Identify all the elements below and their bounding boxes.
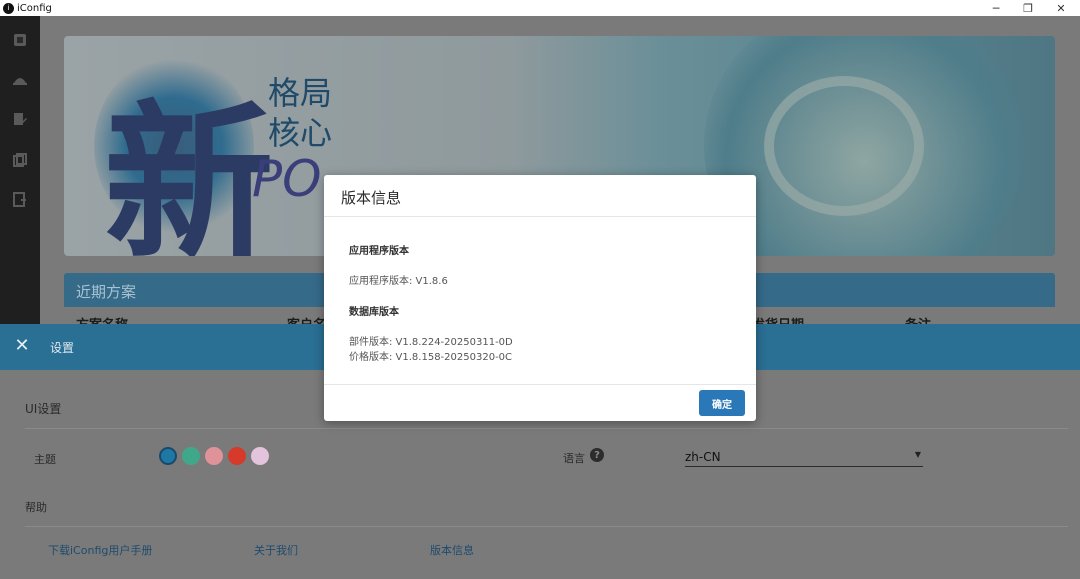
theme-swatch-lilac[interactable]	[251, 447, 269, 465]
language-label: 语言	[563, 452, 585, 465]
app-version-heading: 应用程序版本	[349, 246, 409, 257]
export-icon[interactable]	[10, 190, 30, 210]
help-icon[interactable]: ?	[590, 448, 604, 462]
close-window-button[interactable]: ✕	[1046, 0, 1076, 16]
ui-settings-heading: UI设置	[25, 402, 62, 416]
theme-swatch-pink[interactable]	[205, 447, 223, 465]
banner-logo-text: PO	[252, 150, 322, 208]
column-ship-date: 发货日期	[752, 314, 804, 324]
column-notes: 备注	[905, 314, 931, 324]
hat-icon[interactable]	[10, 70, 30, 90]
copy-icon[interactable]	[10, 150, 30, 170]
download-manual-link[interactable]: 下载iConfig用户手册	[48, 542, 152, 558]
app-title: iConfig	[17, 2, 52, 14]
column-customer: 客户名	[287, 314, 326, 324]
about-us-link[interactable]: 关于我们	[254, 542, 298, 558]
column-plan-name: 方案名称	[76, 314, 128, 324]
sidebar	[0, 16, 40, 324]
part-version-text: 部件版本: V1.8.224-20250311-0D	[349, 337, 513, 348]
divider	[324, 384, 756, 385]
language-select[interactable]: zh-CN ▼	[685, 450, 923, 467]
price-version-text: 价格版本: V1.8.158-20250320-0C	[349, 352, 513, 363]
close-settings-icon[interactable]: ✕	[12, 335, 32, 356]
chevron-down-icon: ▼	[914, 450, 921, 459]
recent-plans-title: 近期方案	[76, 283, 137, 301]
minimize-button[interactable]: ─	[981, 0, 1011, 16]
title-bar: i iConfig	[0, 0, 1080, 16]
theme-swatch-green[interactable]	[182, 447, 200, 465]
help-heading: 帮助	[25, 501, 47, 514]
banner-line-2: 核心	[268, 114, 333, 152]
settings-title: 设置	[50, 341, 75, 355]
divider	[324, 216, 756, 217]
banner-line-1: 格局	[268, 74, 333, 112]
version-info-link[interactable]: 版本信息	[430, 542, 474, 558]
language-value: zh-CN	[685, 450, 721, 464]
theme-label: 主题	[34, 453, 56, 466]
ok-button[interactable]: 确定	[699, 390, 745, 416]
db-version-heading: 数据库版本	[349, 307, 399, 318]
app-logo-icon: i	[3, 2, 14, 14]
divider	[25, 428, 1068, 429]
brush-calligraphy: 新	[104, 84, 275, 256]
theme-swatch-blue[interactable]	[159, 447, 177, 465]
version-info-dialog: 版本信息 应用程序版本 应用程序版本: V1.8.6 数据库版本 部件版本: V…	[324, 175, 756, 421]
restore-button[interactable]: ❐	[1013, 0, 1043, 16]
dialog-title: 版本信息	[341, 189, 402, 207]
divider	[25, 526, 1068, 527]
edit-document-icon[interactable]	[10, 110, 30, 130]
app-version-text: 应用程序版本: V1.8.6	[349, 276, 448, 287]
theme-swatch-red[interactable]	[228, 447, 246, 465]
contract-icon[interactable]	[10, 30, 30, 50]
